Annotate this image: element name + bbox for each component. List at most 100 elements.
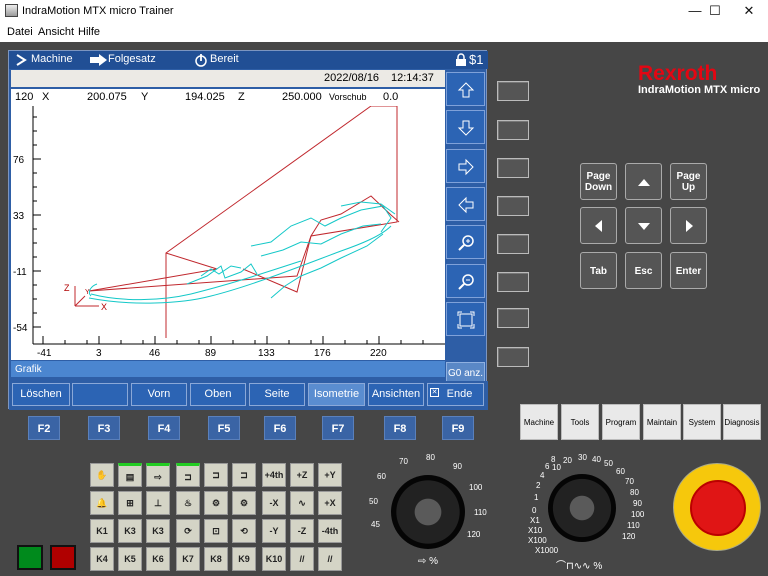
arrow-down-key[interactable] — [625, 207, 662, 244]
softkey-blank[interactable] — [72, 383, 128, 406]
tab-key[interactable]: Tab — [580, 252, 617, 289]
jog-minus-z-key[interactable]: -Z — [290, 519, 314, 543]
f8-key[interactable]: F8 — [384, 416, 416, 440]
mode-key-system[interactable]: System — [683, 404, 721, 440]
emergency-stop-button[interactable] — [673, 463, 761, 551]
pan-up-button[interactable] — [446, 72, 485, 106]
k5-key[interactable]: K5 — [118, 547, 142, 571]
f4-key[interactable]: F4 — [148, 416, 180, 440]
fit-view-button[interactable] — [446, 302, 485, 336]
softkey-seite[interactable]: Seite — [249, 383, 305, 406]
slash-key-1[interactable]: // — [290, 547, 314, 571]
spindle-override-dial[interactable] — [391, 475, 465, 549]
k7-key[interactable]: K7 — [176, 547, 200, 571]
gear-key-2[interactable]: ⚙ — [232, 491, 256, 515]
pan-left-button[interactable] — [446, 187, 485, 221]
gear-key-1[interactable]: ⚙ — [204, 491, 228, 515]
maximize-button[interactable]: ☐ — [697, 0, 733, 22]
rapid-traverse-key[interactable]: ∿ — [290, 491, 314, 515]
mode-key-tools[interactable]: Tools — [561, 404, 599, 440]
jog-plus-4th-key[interactable]: +4th — [262, 463, 286, 487]
jog-minus-4th-key[interactable]: -4th — [318, 519, 342, 543]
mode-key-program[interactable]: Program — [602, 404, 640, 440]
spindle-cw-key[interactable]: ⟳ — [176, 519, 200, 543]
jog-plus-z-key[interactable]: +Z — [290, 463, 314, 487]
dial2-label: 50 — [604, 459, 613, 468]
k3-key-b[interactable]: K3 — [146, 519, 170, 543]
jog-plus-x-key[interactable]: +X — [318, 491, 342, 515]
coolant-key[interactable]: ♨ — [176, 491, 200, 515]
mode-key-diagnosis[interactable]: Diagnosis — [723, 404, 761, 440]
hand-mode-key[interactable]: ✋ — [90, 463, 114, 487]
softkey-ende[interactable]: ✕ Ende — [427, 383, 484, 406]
side-softkey-4[interactable] — [497, 196, 529, 216]
softkey-isometrie[interactable]: Isometrie — [308, 383, 365, 406]
k10-key[interactable]: K10 — [262, 547, 286, 571]
spindle-key-2[interactable]: ⊐ — [204, 463, 228, 487]
arrow-right-key[interactable] — [670, 207, 707, 244]
menu-hilfe[interactable]: Hilfe — [78, 26, 100, 38]
page-down-key[interactable]: Page Down — [580, 163, 617, 200]
tool-key[interactable]: ⊥ — [146, 491, 170, 515]
x-tick-label: 46 — [149, 348, 161, 359]
jog-minus-x-key[interactable]: -X — [262, 491, 286, 515]
feed-override-dial[interactable] — [548, 474, 616, 542]
bell-key[interactable]: 🔔 — [90, 491, 114, 515]
toolpath-graph[interactable]: 76 33 -11 -54 -41 3 46 89 133 176 220 Z … — [11, 105, 445, 360]
pan-down-button[interactable] — [446, 110, 485, 144]
k9-key[interactable]: K9 — [232, 547, 256, 571]
enter-key[interactable]: Enter — [670, 252, 707, 289]
zoom-in-button[interactable] — [446, 225, 485, 259]
side-softkey-8[interactable] — [497, 347, 529, 367]
jog-minus-y-key[interactable]: -Y — [262, 519, 286, 543]
spindle-key-3[interactable]: ⊐ — [232, 463, 256, 487]
f2-key[interactable]: F2 — [28, 416, 60, 440]
mode-key-maintain[interactable]: Maintain — [643, 404, 681, 440]
arrow-left-key[interactable] — [580, 207, 617, 244]
side-softkey-7[interactable] — [497, 308, 529, 328]
side-softkey-1[interactable] — [497, 81, 529, 101]
softkey-loeschen[interactable]: Löschen — [12, 383, 70, 406]
x-tick-label: 89 — [205, 348, 217, 359]
z-coord-value: 250.000 — [282, 91, 322, 103]
k3-key-a[interactable]: K3 — [118, 519, 142, 543]
close-button[interactable]: ✕ — [731, 0, 767, 22]
spindle-key-1[interactable]: ⊐ — [176, 463, 200, 487]
k4-key[interactable]: K4 — [90, 547, 114, 571]
menu-datei[interactable]: Datei — [7, 26, 33, 38]
mode-key-machine[interactable]: Machine — [520, 404, 558, 440]
cycle-stop-button[interactable] — [50, 545, 76, 570]
zoom-out-button[interactable] — [446, 264, 485, 298]
f7-key[interactable]: F7 — [322, 416, 354, 440]
pan-right-button[interactable] — [446, 149, 485, 183]
status-bar: Machine Folgesatz Bereit $1 — [9, 51, 488, 69]
side-softkey-6[interactable] — [497, 272, 529, 292]
f5-key[interactable]: F5 — [208, 416, 240, 440]
softkey-oben[interactable]: Oben — [190, 383, 246, 406]
f9-key[interactable]: F9 — [442, 416, 474, 440]
softkey-ansichten[interactable]: Ansichten — [368, 383, 424, 406]
panel-label: Grafik — [11, 361, 445, 377]
auto-mode-key[interactable]: ⇨ — [146, 463, 170, 487]
k8-key[interactable]: K8 — [204, 547, 228, 571]
side-softkey-3[interactable] — [497, 158, 529, 178]
k1-key[interactable]: K1 — [90, 519, 114, 543]
app-icon — [5, 4, 18, 17]
spindle-stop-key[interactable]: ⊡ — [204, 519, 228, 543]
cycle-start-button[interactable] — [17, 545, 43, 570]
side-softkey-2[interactable] — [497, 120, 529, 140]
k6-key[interactable]: K6 — [146, 547, 170, 571]
softkey-vorn[interactable]: Vorn — [131, 383, 187, 406]
esc-key[interactable]: Esc — [625, 252, 662, 289]
spindle-ccw-key[interactable]: ⟲ — [232, 519, 256, 543]
arrow-up-key[interactable] — [625, 163, 662, 200]
f3-key[interactable]: F3 — [88, 416, 120, 440]
jog-plus-y-key[interactable]: +Y — [318, 463, 342, 487]
f6-key[interactable]: F6 — [264, 416, 296, 440]
menu-ansicht[interactable]: Ansicht — [38, 26, 74, 38]
single-block-key[interactable]: ▤ — [118, 463, 142, 487]
reference-key[interactable]: ⊞ — [118, 491, 142, 515]
slash-key-2[interactable]: // — [318, 547, 342, 571]
page-up-key[interactable]: Page Up — [670, 163, 707, 200]
side-softkey-5[interactable] — [497, 234, 529, 254]
